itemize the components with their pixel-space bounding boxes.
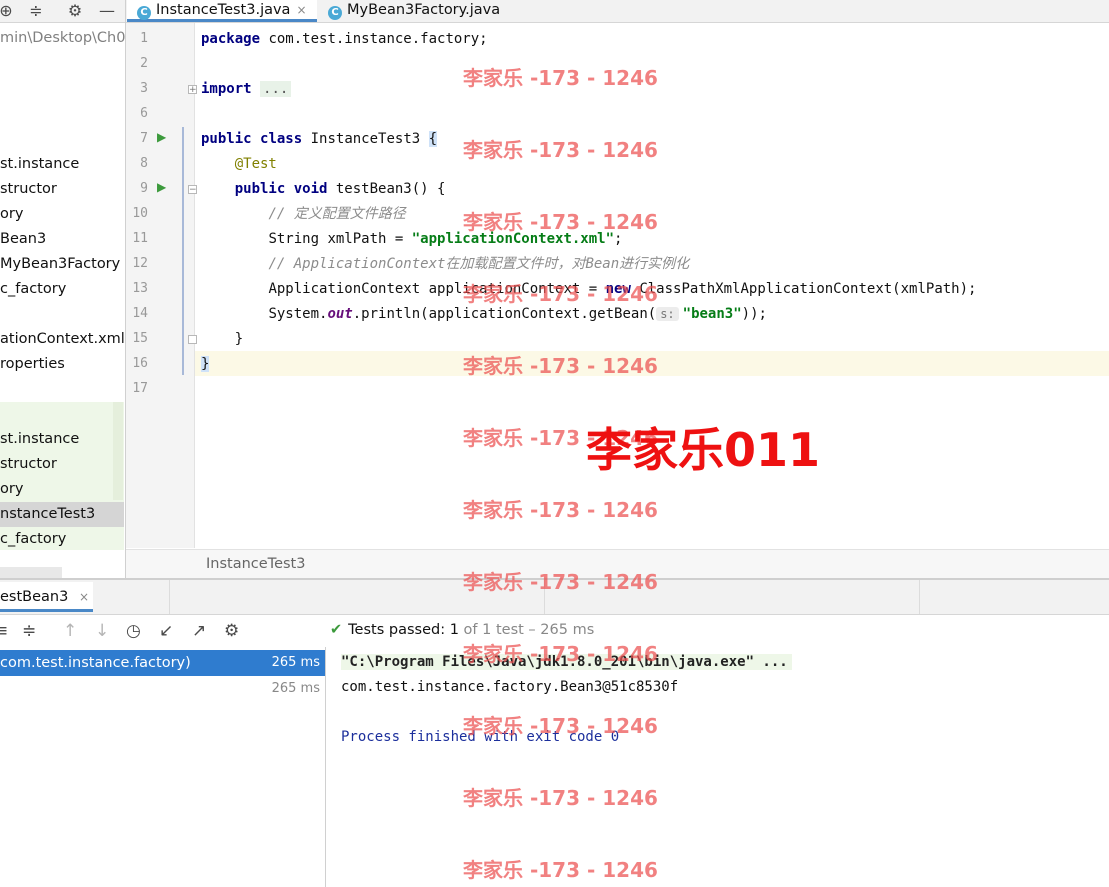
class-icon: C bbox=[328, 6, 342, 20]
tree-item[interactable]: Bean3 bbox=[0, 227, 124, 252]
code-line-9: public void testBean3() { bbox=[234, 181, 446, 197]
line-number: 8 bbox=[140, 156, 148, 171]
line-number: 6 bbox=[140, 106, 148, 121]
collapse-all-icon[interactable]: ≑ bbox=[26, 0, 46, 22]
code-line-1: package com.test.instance.factory; bbox=[201, 31, 488, 47]
tab-label: InstanceTest3.java bbox=[156, 2, 291, 18]
tree-item[interactable]: c_factory bbox=[0, 527, 124, 552]
watermark: 李家乐 -173 - 1246 bbox=[463, 354, 658, 378]
code-line-7: public class InstanceTest3 { bbox=[201, 131, 438, 147]
test-status: ✔ Tests passed: 1 of 1 test – 265 ms bbox=[330, 622, 595, 638]
console-line: com.test.instance.factory.Bean3@51c8530f bbox=[341, 679, 679, 695]
close-icon[interactable]: × bbox=[296, 3, 306, 17]
tree-item-selected[interactable]: nstanceTest3 bbox=[0, 502, 124, 527]
line-number: 14 bbox=[132, 306, 148, 321]
hide-icon[interactable]: — bbox=[97, 0, 117, 22]
watermark-large: 李家乐011 bbox=[586, 423, 821, 477]
tree-item[interactable]: st.instance bbox=[0, 427, 124, 452]
tree-item[interactable]: c_factory bbox=[0, 277, 124, 302]
code-line-3: import ... bbox=[201, 77, 292, 102]
tree-item[interactable]: roperties bbox=[0, 352, 124, 377]
run-tab-label: estBean3 bbox=[0, 589, 69, 605]
run-tab-testbean3[interactable]: estBean3 × bbox=[0, 582, 94, 612]
class-icon: C bbox=[137, 6, 151, 20]
watermark: 李家乐 -173 - 1246 bbox=[463, 642, 658, 666]
gear-icon[interactable]: ⚙ bbox=[65, 0, 85, 22]
code-line-12: // ApplicationContext在加载配置文件时，对Bean进行实例化 bbox=[268, 256, 690, 272]
run-test-icon[interactable]: ▶ bbox=[157, 180, 166, 194]
param-hint: s: bbox=[656, 307, 679, 321]
line-number: 15 bbox=[132, 331, 148, 346]
previous-failed-icon[interactable]: ↑ bbox=[63, 620, 77, 642]
fold-collapse-icon[interactable]: − bbox=[188, 185, 197, 195]
next-failed-icon[interactable]: ↓ bbox=[95, 620, 109, 642]
watermark: 李家乐 -173 - 1246 bbox=[463, 786, 658, 810]
tree-item[interactable]: st.instance bbox=[0, 152, 124, 177]
project-scrollbar[interactable] bbox=[113, 402, 123, 500]
watermark: 李家乐 -173 - 1246 bbox=[463, 498, 658, 522]
tab-label: MyBean3Factory.java bbox=[347, 2, 501, 18]
code-line-16: } bbox=[201, 356, 210, 372]
tree-item[interactable]: structor bbox=[0, 177, 124, 202]
tree-item[interactable]: structor bbox=[0, 452, 124, 477]
code-line-10: // 定义配置文件路径 bbox=[268, 206, 406, 222]
gear-icon[interactable]: ⚙ bbox=[224, 620, 239, 642]
tab-mybean3factory[interactable]: C MyBean3Factory.java bbox=[318, 0, 518, 22]
export-tests-icon[interactable]: ↗ bbox=[192, 620, 206, 642]
tree-item[interactable]: ationContext.xml bbox=[0, 327, 124, 352]
watermark: 李家乐 -173 - 1246 bbox=[463, 210, 658, 234]
project-hscrollbar[interactable] bbox=[0, 567, 62, 578]
watermark: 李家乐 -173 - 1246 bbox=[463, 138, 658, 162]
line-number: 12 bbox=[132, 256, 148, 271]
line-number: 3 bbox=[140, 81, 148, 96]
run-test-icon[interactable]: ▶ bbox=[157, 130, 166, 144]
expand-all-icon[interactable]: ≡ bbox=[0, 620, 8, 642]
fold-expand-icon[interactable]: + bbox=[188, 85, 197, 95]
watermark: 李家乐 -173 - 1246 bbox=[463, 282, 658, 306]
check-icon: ✔ bbox=[330, 622, 343, 638]
line-number: 1 bbox=[140, 31, 148, 46]
collapse-all-icon[interactable]: ≑ bbox=[22, 620, 36, 642]
line-number: 16 bbox=[132, 356, 148, 371]
watermark: 李家乐 -173 - 1246 bbox=[463, 858, 658, 882]
line-number: 9 bbox=[140, 181, 148, 196]
tab-separator bbox=[169, 580, 170, 614]
fold-end-icon[interactable] bbox=[188, 335, 197, 344]
test-row[interactable]: com.test.instance.factory) 265 ms bbox=[0, 650, 325, 676]
line-number: 2 bbox=[140, 56, 148, 71]
tree-item[interactable]: ory bbox=[0, 477, 124, 502]
import-tests-icon[interactable]: ↙ bbox=[159, 620, 173, 642]
tree-item[interactable]: MyBean3Factory bbox=[0, 252, 124, 277]
code-line-8: @Test bbox=[234, 156, 277, 172]
watermark: 李家乐 -173 - 1246 bbox=[463, 570, 658, 594]
editor-gutter: 1 2 3 6 7 8 9 10 11 12 13 14 15 16 17 ▶ … bbox=[126, 23, 197, 548]
locate-icon[interactable]: ⊕ bbox=[0, 0, 16, 22]
watermark: 李家乐 -173 - 1246 bbox=[463, 714, 658, 738]
tree-item[interactable]: ory bbox=[0, 202, 124, 227]
method-scope-bar bbox=[182, 127, 184, 375]
line-number: 13 bbox=[132, 281, 148, 296]
tab-instancetest3[interactable]: C InstanceTest3.java × bbox=[127, 0, 317, 22]
project-toolbar: ⊕ ≑ ⚙ — bbox=[0, 0, 125, 23]
breadcrumb[interactable]: InstanceTest3 bbox=[206, 556, 305, 572]
history-icon[interactable]: ◷ bbox=[126, 620, 141, 642]
line-number: 7 bbox=[140, 131, 148, 146]
line-number: 11 bbox=[132, 231, 148, 246]
close-icon[interactable]: × bbox=[79, 590, 89, 604]
test-row[interactable]: 265 ms bbox=[0, 676, 325, 702]
tab-separator bbox=[919, 580, 920, 614]
line-number: 10 bbox=[132, 206, 148, 221]
project-path: min\Desktop\Ch0 bbox=[0, 30, 126, 46]
folded-imports[interactable]: ... bbox=[260, 81, 292, 97]
code-line-15: } bbox=[234, 331, 244, 347]
watermark: 李家乐 -173 - 1246 bbox=[463, 66, 658, 90]
line-number: 17 bbox=[132, 381, 148, 396]
